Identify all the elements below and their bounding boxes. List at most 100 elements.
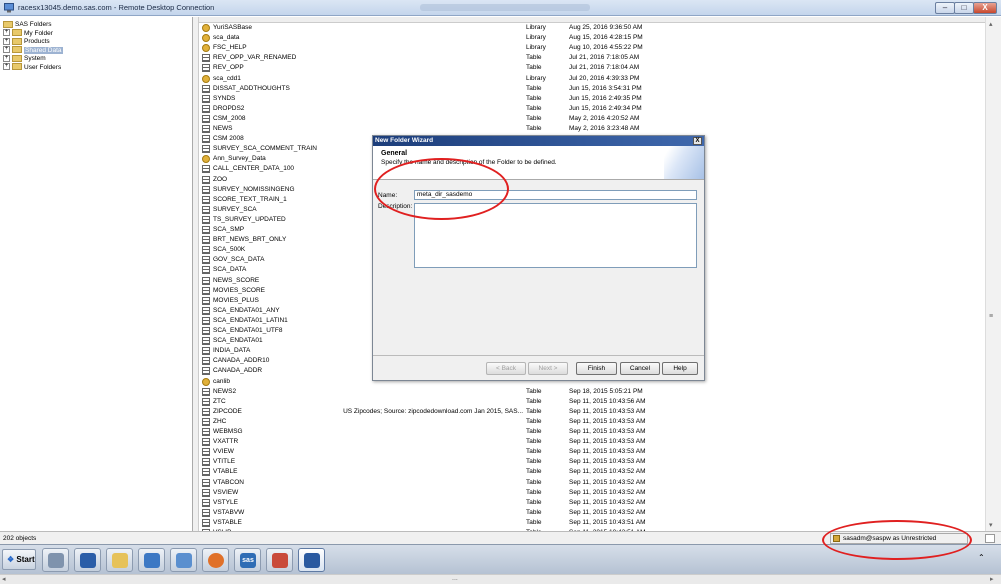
expand-icon[interactable]: + (3, 29, 10, 37)
table-row[interactable]: WEBMSG Table Sep 11, 2015 10:43:53 AM (199, 427, 985, 437)
wizard-close-button[interactable]: X (693, 137, 702, 145)
minimize-button[interactable]: – (935, 2, 955, 14)
table-icon (202, 84, 210, 93)
table-icon (202, 276, 210, 285)
table-icon (202, 135, 210, 144)
table-row[interactable]: ZHC Table Sep 11, 2015 10:43:53 AM (199, 417, 985, 427)
scroll-down-icon[interactable]: ▾ (989, 521, 998, 529)
horizontal-scrollbar[interactable]: ◂ ... ▸ (0, 574, 1001, 584)
taskbar-app-button[interactable] (202, 548, 229, 572)
finish-button[interactable]: Finish (576, 362, 617, 375)
table-row[interactable]: DROPDS2 Table Jun 15, 2016 2:49:34 PM (199, 104, 985, 114)
table-icon (202, 246, 210, 255)
description-input[interactable] (414, 203, 697, 268)
table-row[interactable]: REV_OPP_VAR_RENAMED Table Jul 21, 2016 7:1… (199, 53, 985, 63)
explorer-icon (112, 553, 128, 568)
object-type: Table (526, 428, 542, 435)
expand-icon[interactable]: + (3, 54, 10, 62)
table-row[interactable]: NEWS2 Table Sep 18, 2015 5:05:21 PM (199, 387, 985, 397)
close-button[interactable]: X (973, 2, 997, 14)
scroll-thumb-grip[interactable]: ... (452, 575, 458, 582)
expand-icon[interactable]: + (3, 46, 10, 54)
table-row[interactable]: VTITLE Table Sep 11, 2015 10:43:53 AM (199, 457, 985, 467)
expand-icon[interactable]: + (3, 63, 10, 71)
table-row[interactable]: VTABCON Table Sep 11, 2015 10:43:52 AM (199, 478, 985, 488)
rdp-title-bar[interactable]: racesx13045.demo.sas.com - Remote Deskto… (0, 0, 1001, 16)
name-input[interactable]: meta_dir_sasdemo (414, 190, 697, 200)
object-name: VTABCON (213, 478, 244, 486)
folder-icon (12, 37, 22, 45)
folder-tree[interactable]: SAS Folders + My Folder + Products + Shared Da… (0, 17, 193, 531)
table-row[interactable]: CSM_2008 Table May 2, 2016 4:20:52 AM (199, 114, 985, 124)
object-name: CANADA_ADDR10 (213, 357, 270, 365)
library-icon (202, 44, 210, 53)
sas-icon-label: sas (242, 557, 254, 564)
start-button[interactable]: ❖ Start (2, 549, 36, 570)
table-row[interactable]: DISSAT_ADDTHOUGHTS Table Jun 15, 2016 3:54… (199, 84, 985, 94)
taskbar-app-button[interactable] (106, 548, 133, 572)
help-button[interactable]: Help (662, 362, 698, 375)
wizard-header: General Specify the name and description… (373, 146, 704, 180)
scroll-left-icon[interactable]: ◂ (2, 575, 6, 583)
table-row[interactable]: VSTABLE Table Sep 11, 2015 10:43:51 AM (199, 518, 985, 528)
table-row[interactable]: SYNDS Table Jun 15, 2016 2:49:35 PM (199, 94, 985, 104)
object-name: INDIA_DATA (213, 347, 251, 355)
table-row[interactable]: VSVIEW Table Sep 11, 2015 10:43:52 AM (199, 488, 985, 498)
maximize-button[interactable]: □ (954, 2, 974, 14)
back-button[interactable]: < Back (486, 362, 526, 375)
scroll-grip-icon[interactable]: ≡ (989, 313, 998, 320)
table-row[interactable]: VVIEW Table Sep 11, 2015 10:43:53 AM (199, 447, 985, 457)
table-row[interactable]: sca_cdd1 Library Jul 20, 2016 4:39:33 PM (199, 74, 985, 84)
tree-node-label: Products (24, 38, 50, 45)
scroll-up-icon[interactable]: ▴ (989, 20, 998, 28)
network-icon (144, 553, 160, 568)
table-icon (202, 337, 210, 346)
tree-node[interactable]: + User Folders (3, 63, 61, 72)
table-row[interactable]: ZTC Table Sep 11, 2015 10:43:56 AM (199, 397, 985, 407)
expand-icon[interactable]: + (3, 37, 10, 45)
object-name: REV_OPP_VAR_RENAMED (213, 54, 297, 62)
cancel-button[interactable]: Cancel (620, 362, 660, 375)
table-row[interactable]: VSTYLE Table Sep 11, 2015 10:43:52 AM (199, 498, 985, 508)
object-name: SCA_ENDATA01_ANY (213, 306, 280, 314)
object-modified: Sep 11, 2015 10:43:53 AM (569, 407, 646, 415)
taskbar-app-button[interactable] (266, 548, 293, 572)
taskbar-app-button[interactable] (74, 548, 101, 572)
table-row[interactable]: YuriSASBase Library Aug 25, 2016 9:36:50 A… (199, 23, 985, 33)
object-name: CALL_CENTER_DATA_100 (213, 165, 295, 173)
object-modified: Sep 11, 2015 10:43:51 AM (569, 518, 646, 526)
folder-icon (12, 29, 22, 37)
taskbar-app-button[interactable] (298, 548, 325, 572)
object-modified: Sep 11, 2015 10:43:52 AM (569, 508, 646, 516)
table-row[interactable]: VSTABVW Table Sep 11, 2015 10:43:52 AM (199, 508, 985, 518)
vertical-scrollbar[interactable]: ▴ ≡ ▾ (985, 17, 1001, 531)
table-icon (202, 145, 210, 154)
object-type: Table (526, 104, 542, 112)
table-row[interactable]: REV_OPP Table Jul 21, 2016 7:18:04 AM (199, 63, 985, 73)
status-panel-icon[interactable] (985, 534, 995, 543)
table-row[interactable]: NEWS Table May 2, 2016 3:23:48 AM (199, 124, 985, 134)
table-row[interactable]: sca_data Library Aug 15, 2016 4:28:15 PM (199, 33, 985, 43)
table-icon (202, 54, 210, 63)
object-name: FSC_HELP (213, 44, 247, 52)
object-type: Library (526, 24, 546, 31)
tray-arrow-icon[interactable]: ⌃ (978, 553, 985, 562)
object-type: Table (526, 397, 542, 405)
table-row[interactable]: ZIPCODE US Zipcodes; Source: zipcodedownl… (199, 407, 985, 417)
object-name: VTABLE (213, 468, 238, 476)
next-button[interactable]: Next > (528, 362, 568, 375)
taskbar-app-button[interactable] (138, 548, 165, 572)
table-icon (202, 488, 210, 497)
object-name: SCA_ENDATA01_UTF8 (213, 327, 283, 334)
management-console-icon (304, 553, 320, 568)
table-row[interactable]: VTABLE Table Sep 11, 2015 10:43:52 AM (199, 467, 985, 477)
taskbar-app-button[interactable] (42, 548, 69, 572)
taskbar-app-button[interactable]: sas (234, 548, 261, 572)
object-modified: Sep 11, 2015 10:43:52 AM (569, 468, 646, 476)
taskbar-app-button[interactable] (170, 548, 197, 572)
table-row[interactable]: FSC_HELP Library Aug 10, 2016 4:55:22 PM (199, 43, 985, 53)
table-row[interactable]: VXATTR Table Sep 11, 2015 10:43:53 AM (199, 437, 985, 447)
scroll-right-icon[interactable]: ▸ (990, 575, 994, 583)
object-modified: Jul 20, 2016 4:39:33 PM (569, 74, 640, 82)
wizard-title-bar[interactable]: New Folder Wizard X (373, 136, 704, 146)
